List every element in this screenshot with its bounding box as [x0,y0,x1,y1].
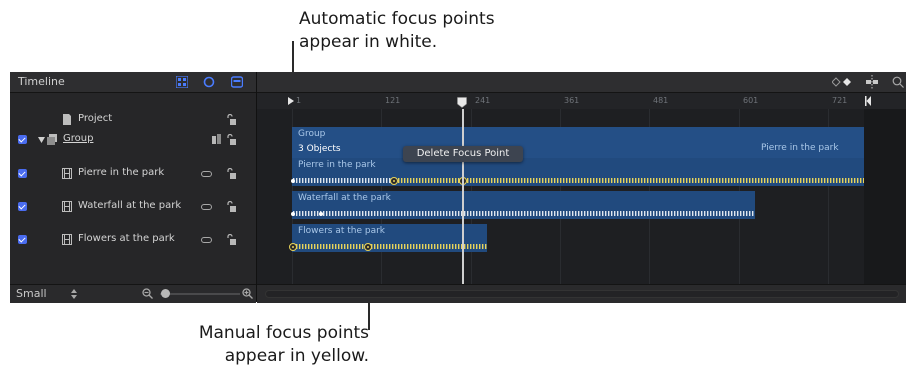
film-icon [62,168,72,179]
link-icon[interactable] [201,237,212,243]
manual-focus-point[interactable] [364,243,372,251]
ruler-tick: 601 [743,96,759,105]
lock-icon[interactable] [227,114,236,125]
group-checkbox[interactable] [18,135,27,144]
layer-row-flowers[interactable]: Flowers at the park [10,230,256,250]
layer-label-project: Project [78,113,113,124]
layer-label-group: Group [63,133,94,144]
keyframe-navigation-icon[interactable] [832,77,852,87]
clip-label-flowers: Flowers at the park [298,226,386,236]
layer-label-waterfall: Waterfall at the park [78,200,182,211]
play-range-start-icon[interactable] [288,97,294,105]
callout-manual-line1: Manual focus points [198,323,369,343]
layer-label-flowers: Flowers at the park [78,233,175,244]
size-footer: Small [10,284,256,303]
horizontal-scrollbar[interactable] [265,290,899,298]
group-count-label: 3 Objects [298,144,341,154]
timeline-footer [257,284,906,303]
automatic-focus-point[interactable] [319,212,323,216]
play-range-end-icon[interactable] [865,96,871,106]
layer-row-pierre[interactable]: Pierre in the park [10,164,256,184]
lock-icon[interactable] [227,134,236,145]
ruler-tick: 241 [475,96,491,105]
layers-panel: Timeline Project Group Pierre in the par… [10,72,257,303]
layer-row-waterfall[interactable]: Waterfall at the park [10,197,256,217]
snapping-icon[interactable] [865,75,879,89]
timeline-ruler[interactable]: 1 121 241 361 481 601 721 [257,93,906,109]
group-bar-label: Group [298,129,326,139]
size-select[interactable]: Small [16,287,47,300]
ruler-tick: 1 [296,96,302,105]
ruler-tick: 361 [564,96,580,105]
lock-icon[interactable] [227,168,236,179]
layer-label-pierre: Pierre in the park [78,167,165,178]
timeline-title: Timeline [18,75,65,88]
lock-icon[interactable] [227,201,236,212]
callout-automatic-focus: Automatic focus points appear in white. [299,8,495,54]
flowers-checkbox[interactable] [18,235,27,244]
layers-stack-icon[interactable] [212,134,221,145]
group-trailing-label: Pierre in the park [761,143,839,153]
ruler-tick: 721 [832,96,848,105]
callout-automatic-line2: appear in white. [299,32,438,52]
timeline-toolbar [257,72,906,93]
link-icon[interactable] [201,171,212,177]
manual-focus-point[interactable] [390,177,398,185]
checkerboard-icon[interactable] [176,76,188,88]
focus-track-flowers [293,244,487,249]
automatic-focus-point[interactable] [291,179,295,183]
film-icon [62,234,72,245]
zoom-slider-track[interactable] [160,293,240,295]
stack-icon[interactable] [231,76,243,88]
link-icon[interactable] [201,204,212,210]
mask-icon[interactable] [203,76,215,88]
automatic-focus-point[interactable] [291,212,295,216]
zoom-icon[interactable] [892,76,904,88]
lock-icon[interactable] [227,234,236,245]
callout-manual-line2: appear in yellow. [224,346,369,366]
film-icon [62,201,72,212]
waterfall-checkbox[interactable] [18,202,27,211]
ruler-tick: 481 [653,96,669,105]
stepper-arrows-icon[interactable] [71,289,77,299]
callout-automatic-leader [292,41,294,73]
clip-label-pierre: Pierre in the park [298,160,376,170]
focus-track-waterfall [293,211,755,216]
zoom-slider-knob[interactable] [161,289,170,298]
zoom-out-icon[interactable] [142,288,153,299]
timeline-window: Timeline Project Group Pierre in the par… [10,72,906,303]
document-icon [63,114,71,125]
ruler-tick: 121 [385,96,401,105]
timeline-header: Timeline [10,72,256,93]
manual-focus-point[interactable] [289,243,297,251]
callout-automatic-line1: Automatic focus points [299,9,495,29]
focus-track-pierre [293,178,864,183]
playhead-line [462,109,464,284]
callout-manual-leader [368,302,370,330]
callout-manual-focus: Manual focus points appear in yellow. [199,322,369,368]
clip-label-waterfall: Waterfall at the park [298,193,391,203]
group-icon [47,134,57,145]
pierre-checkbox[interactable] [18,169,27,178]
delete-focus-point-button[interactable]: Delete Focus Point [403,146,523,162]
playhead-icon[interactable] [457,97,467,108]
zoom-in-icon[interactable] [242,288,253,299]
timeline-track-area: 1 121 241 361 481 601 721 Group 3 Object… [257,72,906,303]
disclosure-triangle-icon[interactable] [38,137,45,143]
layer-row-group[interactable]: Group [10,130,256,150]
layer-row-project[interactable]: Project [10,110,256,130]
